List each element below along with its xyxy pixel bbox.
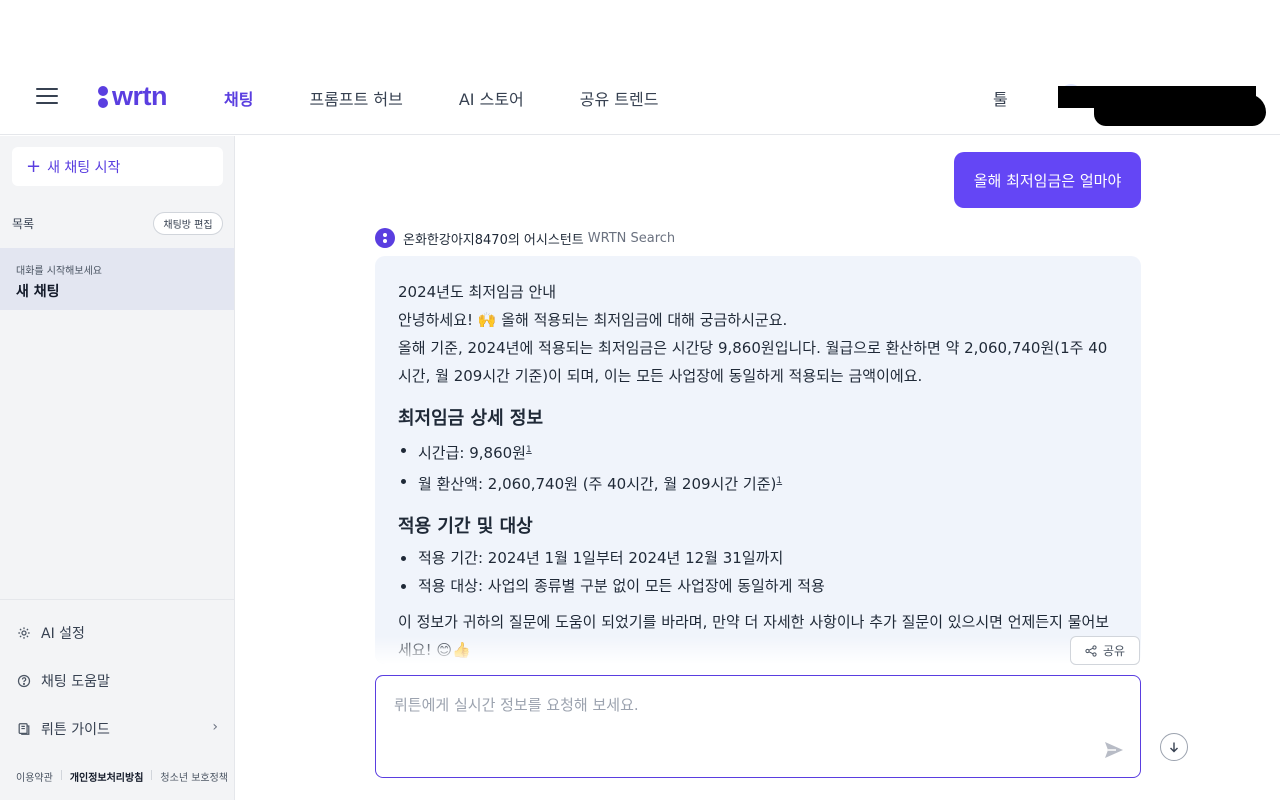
answer-intro: 올해 기준, 2024년에 적용되는 최저임금은 시간당 9,860원입니다. … <box>398 339 1108 385</box>
terms-link[interactable]: 이용약관 <box>16 769 53 784</box>
section-list: 시간급: 9,860원1 월 환산액: 2,060,740원 (주 40시간, … <box>398 436 1118 498</box>
chat-input[interactable] <box>394 694 1094 734</box>
chat-list-label: 목록 <box>12 217 35 231</box>
assistant-header: 온화한강아지8470의 어시스턴트 WRTN Search <box>375 228 675 248</box>
chat-item-subtitle: 대화를 시작해보세요 <box>16 266 102 277</box>
chat-item-title: 새 채팅 <box>16 284 60 300</box>
redacted-user-area <box>1058 80 1266 128</box>
new-chat-label: 새 채팅 시작 <box>47 159 121 176</box>
sidebar-link-label: 뤼튼 가이드 <box>41 722 110 738</box>
assistant-tag: WRTN Search <box>587 230 676 246</box>
assistant-avatar-icon <box>375 228 395 248</box>
nav-chat[interactable]: 채팅 <box>224 86 253 110</box>
share-icon <box>1085 644 1097 657</box>
nav-ai-store[interactable]: AI 스토어 <box>459 86 524 110</box>
gear-icon <box>18 627 30 639</box>
chat-input-box <box>375 675 1141 778</box>
top-header: wrtn 채팅 프롬프트 허브 AI 스토어 공유 트렌드 툴 <box>0 58 1280 135</box>
edit-chats-button[interactable]: 채팅방 편집 <box>153 212 223 235</box>
main-nav: 채팅 프롬프트 허브 AI 스토어 공유 트렌드 <box>224 86 714 110</box>
sidebar-link-label: AI 설정 <box>41 626 85 642</box>
chevron-right-icon: › <box>212 719 218 735</box>
section-title: 적용 기간 및 대상 <box>398 516 533 537</box>
logo-mark-icon <box>98 84 108 108</box>
new-chat-button[interactable]: + 새 채팅 시작 <box>12 147 223 186</box>
privacy-link[interactable]: 개인정보처리방침 <box>70 769 144 784</box>
user-message-bubble: 올해 최저임금은 얼마야 <box>954 152 1141 208</box>
arrow-down-icon <box>1170 742 1178 753</box>
citation-link[interactable]: 1 <box>776 476 782 486</box>
section-list: 적용 기간: 2024년 1월 1일부터 2024년 12월 31일까지 적용 … <box>398 544 1118 600</box>
sidebar-link-wrtn-guide[interactable]: 뤼튼 가이드 › <box>17 719 222 739</box>
help-circle-icon <box>17 674 31 688</box>
sidebar: + 새 채팅 시작 목록 채팅방 편집 대화를 시작해보세요 새 채팅 AI 설… <box>0 136 235 800</box>
share-button[interactable]: 공유 <box>1070 636 1140 665</box>
hamburger-menu-icon[interactable] <box>36 88 58 104</box>
scroll-down-button[interactable] <box>1160 733 1188 761</box>
send-icon[interactable] <box>1102 738 1126 762</box>
chat-list-item[interactable]: 대화를 시작해보세요 새 채팅 <box>0 248 234 310</box>
assistant-name: 온화한강아지8470의 어시스턴트 <box>403 232 584 248</box>
book-icon <box>18 723 30 735</box>
list-item: 적용 기간: 2024년 1월 1일부터 2024년 12월 31일까지 <box>401 544 1118 572</box>
sidebar-link-label: 채팅 도움말 <box>41 674 110 690</box>
nav-share-trend[interactable]: 공유 트렌드 <box>580 86 659 110</box>
list-item: 시간급: 9,860원1 <box>401 436 1118 467</box>
sidebar-link-ai-settings[interactable]: AI 설정 <box>17 623 222 643</box>
share-label: 공유 <box>1102 644 1126 658</box>
plus-icon: + <box>26 155 42 177</box>
nav-prompt-hub[interactable]: 프롬프트 허브 <box>309 86 402 110</box>
wrtn-logo[interactable]: wrtn <box>98 78 168 114</box>
list-item: 월 환산액: 2,060,740원 (주 40시간, 월 209시간 기준)1 <box>401 467 1118 498</box>
sidebar-link-chat-help[interactable]: 채팅 도움말 <box>17 671 222 691</box>
answer-heading: 2024년도 최저임금 안내 <box>398 283 557 301</box>
assistant-answer: 2024년도 최저임금 안내 안녕하세요! 🙌 올해 적용되는 최저임금에 대해… <box>375 256 1141 664</box>
logo-text: wrtn <box>112 80 168 111</box>
list-item: 적용 대상: 사업의 종류별 구분 없이 모든 사업장에 동일하게 적용 <box>401 572 1118 600</box>
section-title: 최저임금 상세 정보 <box>398 408 544 429</box>
answer-greeting: 안녕하세요! 🙌 올해 적용되는 최저임금에 대해 궁금하시군요. <box>398 311 788 329</box>
citation-link[interactable]: 1 <box>526 445 532 455</box>
tools-menu[interactable]: 툴 <box>993 86 1008 110</box>
sidebar-divider <box>0 599 234 600</box>
youth-policy-link[interactable]: 청소년 보호정책 <box>160 769 228 784</box>
footer-links: 이용약관 개인정보처리방침 청소년 보호정책 <box>16 769 228 784</box>
